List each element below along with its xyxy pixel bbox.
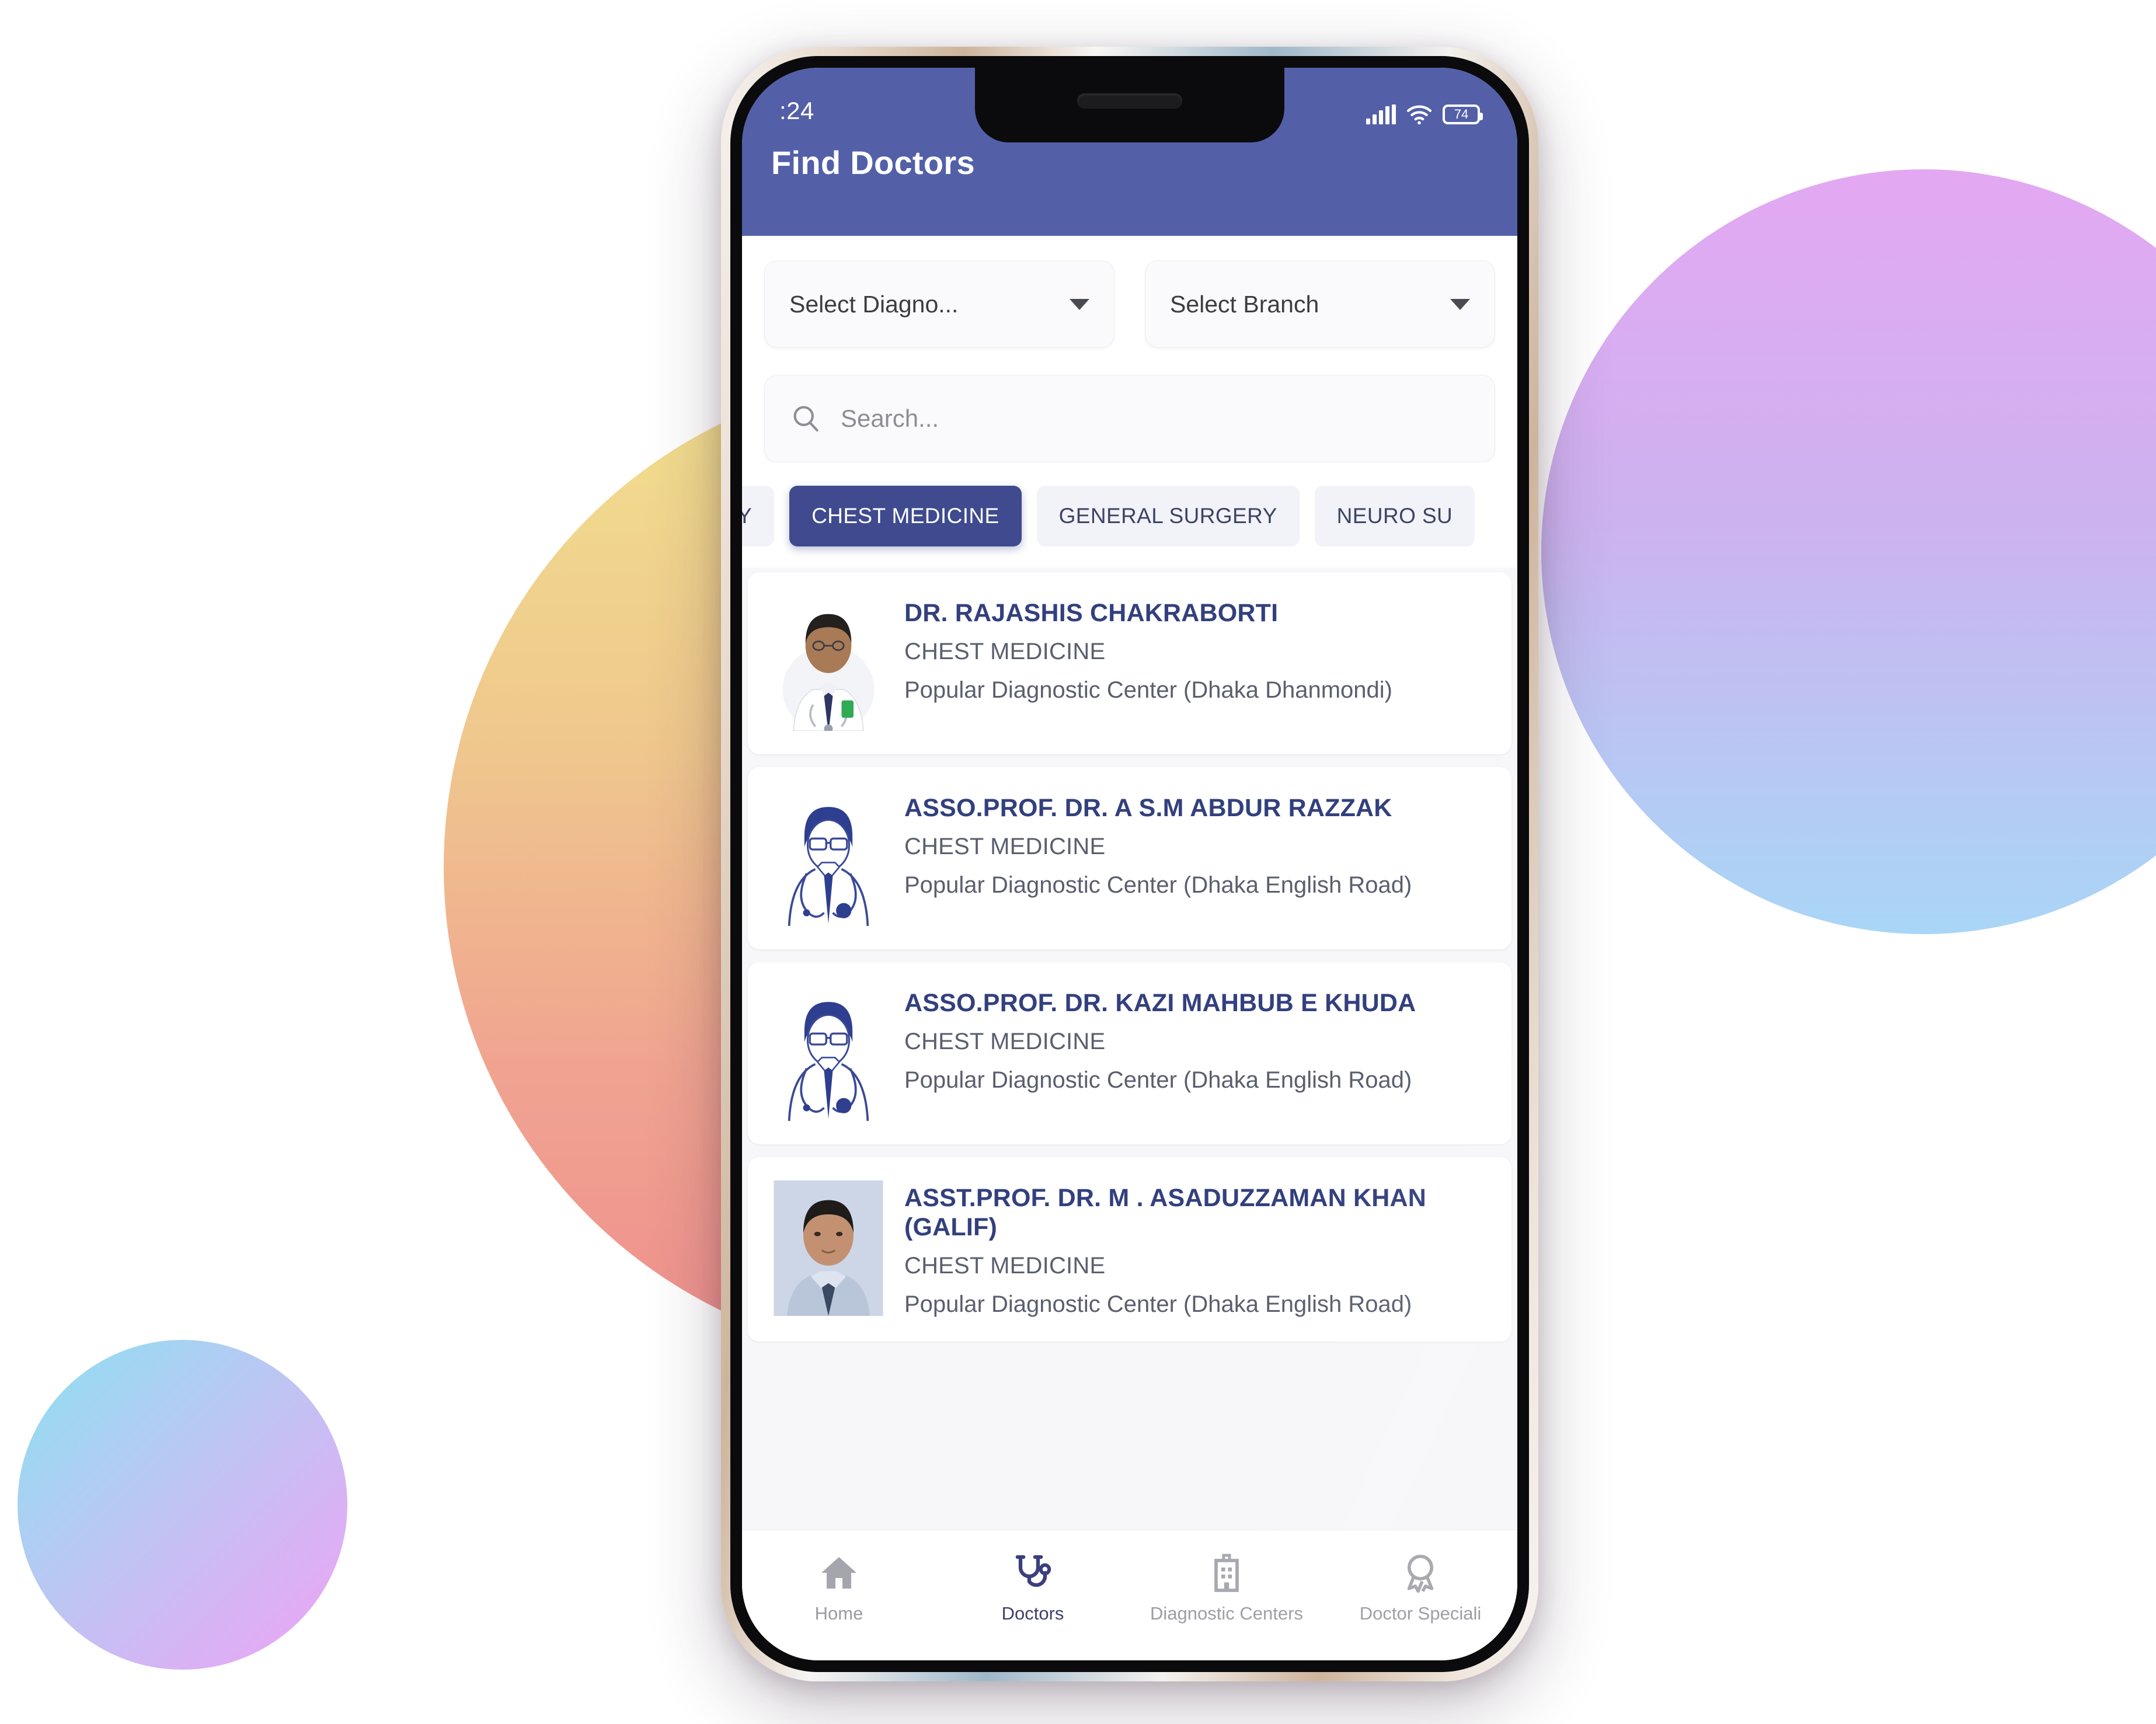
doctor-center: Popular Diagnostic Center (Dhaka English…: [904, 872, 1412, 898]
award-ribbon-icon: [1407, 1554, 1434, 1593]
doctor-card[interactable]: ASSO.PROF. DR. A S.M ABDUR RAZZAK CHEST …: [748, 767, 1511, 949]
page-root: :24 74 Find Doctors Select Diagno... Sel…: [0, 0, 2156, 1724]
cellular-signal-icon: [1366, 105, 1396, 124]
specialty-chip-list: Y CHEST MEDICINE GENERAL SURGERY NEURO S…: [742, 486, 1517, 546]
doctor-specialty: CHEST MEDICINE: [904, 1252, 1106, 1279]
doctor-avatar-illustration: [774, 790, 883, 926]
nav-item-doctor-specialities[interactable]: Doctor Speciali: [1323, 1552, 1517, 1624]
doctor-name: DR. RAJASHIS CHAKRABORTI: [904, 599, 1279, 627]
phone-mockup: :24 74 Find Doctors Select Diagno... Sel…: [721, 47, 1538, 1681]
status-time: :24: [779, 97, 814, 124]
doctor-avatar-illustration: [774, 985, 883, 1121]
doctor-info: ASSO.PROF. DR. KAZI MAHBUB E KHUDA CHEST…: [904, 985, 1489, 1121]
dropdown-row: Select Diagno... Select Branch: [764, 260, 1495, 348]
home-icon: [821, 1556, 856, 1589]
nav-label-doctor-specialities: Doctor Speciali: [1359, 1603, 1482, 1624]
nav-item-home[interactable]: Home: [742, 1552, 936, 1624]
right-gradient-circle: [1541, 169, 2156, 934]
select-diagnostic-dropdown[interactable]: Select Diagno...: [764, 260, 1114, 348]
doctor-name: ASSO.PROF. DR. A S.M ABDUR RAZZAK: [904, 794, 1392, 822]
chevron-down-icon: [1450, 298, 1470, 310]
doctor-center: Popular Diagnostic Center (Dhaka Dhanmon…: [904, 677, 1392, 703]
nav-item-diagnostic-centers[interactable]: Diagnostic Centers: [1130, 1552, 1323, 1624]
chip-chest-medicine[interactable]: CHEST MEDICINE: [789, 486, 1022, 546]
doctor-info: ASST.PROF. DR. M . ASADUZZAMAN KHAN (GAL…: [904, 1180, 1489, 1318]
wifi-icon: [1406, 105, 1432, 125]
select-diagnostic-label: Select Diagno...: [789, 290, 959, 318]
search-field[interactable]: Search...: [764, 375, 1495, 462]
battery-percent: 74: [1454, 107, 1469, 121]
bottom-left-gradient-circle: [18, 1340, 347, 1670]
speaker-grille-icon: [1077, 93, 1182, 109]
doctor-photo: [774, 595, 883, 731]
doctor-name: ASSO.PROF. DR. KAZI MAHBUB E KHUDA: [904, 989, 1416, 1017]
chip-partial-left[interactable]: Y: [742, 486, 775, 546]
status-icons: 74: [1366, 104, 1483, 125]
doctor-list[interactable]: DR. RAJASHIS CHAKRABORTI CHEST MEDICINE …: [742, 567, 1517, 1530]
battery-icon: 74: [1443, 105, 1483, 124]
doctor-center: Popular Diagnostic Center (Dhaka English…: [904, 1291, 1412, 1317]
select-branch-dropdown[interactable]: Select Branch: [1145, 260, 1495, 348]
doctor-name: ASST.PROF. DR. M . ASADUZZAMAN KHAN (GAL…: [904, 1184, 1427, 1241]
doctor-info: ASSO.PROF. DR. A S.M ABDUR RAZZAK CHEST …: [904, 790, 1489, 926]
phone-screen: :24 74 Find Doctors Select Diagno... Sel…: [742, 68, 1517, 1660]
doctor-specialty: CHEST MEDICINE: [904, 638, 1106, 664]
chip-general-surgery[interactable]: GENERAL SURGERY: [1036, 486, 1300, 546]
stethoscope-icon: [1015, 1555, 1051, 1587]
specialty-chip-scroller[interactable]: Y CHEST MEDICINE GENERAL SURGERY NEURO S…: [742, 462, 1517, 567]
page-title: Find Doctors: [771, 144, 975, 181]
nav-label-diagnostic-centers: Diagnostic Centers: [1150, 1603, 1303, 1624]
nav-label-doctors: Doctors: [1001, 1603, 1064, 1624]
select-branch-label: Select Branch: [1170, 290, 1319, 318]
doctor-card[interactable]: DR. RAJASHIS CHAKRABORTI CHEST MEDICINE …: [748, 572, 1511, 754]
nav-label-home: Home: [814, 1603, 863, 1624]
doctor-specialty: CHEST MEDICINE: [904, 1028, 1106, 1054]
nav-item-doctors[interactable]: Doctors: [936, 1552, 1130, 1624]
chevron-down-icon: [1070, 298, 1089, 310]
bottom-navigation: Home Doctors Diagnostic Centers Doctor S…: [742, 1530, 1517, 1660]
search-icon: [793, 406, 818, 431]
doctor-info: DR. RAJASHIS CHAKRABORTI CHEST MEDICINE …: [904, 595, 1489, 731]
doctor-specialty: CHEST MEDICINE: [904, 833, 1106, 859]
search-placeholder: Search...: [841, 405, 939, 432]
filters-section: Select Diagno... Select Branch Search...: [742, 236, 1517, 462]
phone-notch: [975, 68, 1284, 142]
doctor-photo: [774, 1180, 883, 1316]
doctor-card[interactable]: ASST.PROF. DR. M . ASADUZZAMAN KHAN (GAL…: [748, 1157, 1511, 1342]
phone-bezel: :24 74 Find Doctors Select Diagno... Sel…: [730, 56, 1529, 1672]
hospital-building-icon: [1214, 1554, 1239, 1592]
chip-neuro-surgery[interactable]: NEURO SU: [1314, 486, 1475, 546]
page-content: Select Diagno... Select Branch Search...…: [742, 236, 1517, 1660]
doctor-card[interactable]: ASSO.PROF. DR. KAZI MAHBUB E KHUDA CHEST…: [748, 962, 1511, 1144]
doctor-center: Popular Diagnostic Center (Dhaka English…: [904, 1067, 1412, 1093]
